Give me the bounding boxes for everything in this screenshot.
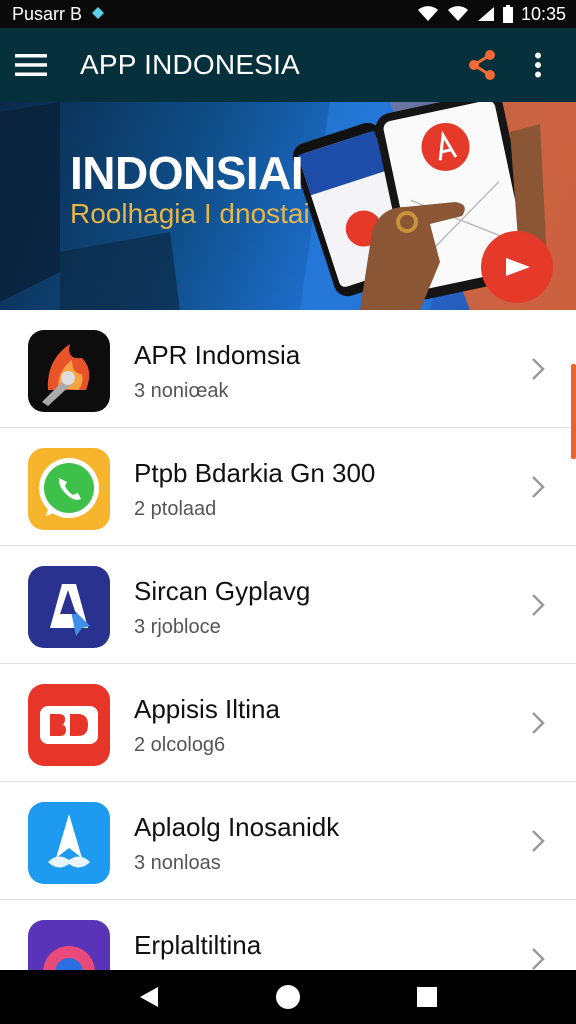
recents-button[interactable] — [397, 970, 457, 1024]
home-button[interactable] — [258, 970, 318, 1024]
chevron-right-icon — [532, 594, 545, 616]
menu-button[interactable] — [0, 28, 62, 102]
share-icon — [469, 50, 495, 80]
whatsapp-icon — [28, 448, 110, 530]
app-subtitle: 3 noniœak — [134, 380, 229, 402]
wifi-secondary-icon — [447, 6, 469, 22]
navigation-bar — [0, 970, 576, 1024]
wifi-icon — [417, 6, 439, 22]
more-options-button[interactable] — [510, 37, 566, 93]
fire-logo-icon — [28, 330, 110, 412]
back-button[interactable] — [119, 970, 179, 1024]
gear-logo-icon — [28, 920, 110, 970]
app-list: APR Indomsia 3 noniœak Ptpb Bdarkia Gn 3… — [0, 310, 576, 970]
app-subtitle: 2 ptolaad — [134, 498, 217, 520]
app-title: Ptpb Bdarkia Gn 300 — [134, 458, 376, 488]
app-bar: APP INDONESIA — [0, 28, 576, 102]
chevron-right-icon — [532, 476, 545, 498]
list-item[interactable]: Sircan Gyplavg 3 rjobloce — [0, 546, 576, 664]
app-subtitle: 3 nonloas — [134, 852, 221, 874]
battery-icon — [502, 5, 513, 23]
bd-logo-icon — [28, 684, 110, 766]
carrier-label: Pusarr B — [12, 3, 83, 24]
list-item[interactable]: Ptpb Bdarkia Gn 300 2 ptolaad — [0, 428, 576, 546]
back-triangle-icon — [140, 987, 159, 1007]
list-item[interactable]: Appisis Iltina 2 olcolog6 — [0, 664, 576, 782]
more-vertical-icon — [535, 52, 541, 78]
status-bar: Pusarr B 10:35 — [0, 0, 576, 28]
scrollbar[interactable] — [571, 364, 576, 459]
list-item[interactable]: Aplaolg Inosanidk 3 nonloas — [0, 782, 576, 900]
app-title: APR Indomsia — [134, 340, 301, 370]
share-button[interactable] — [454, 37, 510, 93]
list-item[interactable]: Erplaltiltina — [0, 900, 576, 970]
recents-square-icon — [416, 987, 437, 1007]
notification-icon — [90, 4, 106, 25]
app-title: Sircan Gyplavg — [134, 576, 311, 606]
clock-label: 10:35 — [520, 3, 566, 24]
app-title: Appisis Iltina — [134, 694, 280, 724]
app-title: Aplaolg Inosanidk — [134, 812, 340, 842]
star-logo-icon — [28, 802, 110, 884]
promo-banner[interactable]: INDONSIAI Roolhagia I dnostai — [0, 102, 576, 310]
chevron-right-icon — [532, 712, 545, 734]
banner-subtitle: Roolhagia I dnostai — [70, 198, 310, 229]
app-subtitle: 2 olcolog6 — [134, 734, 226, 756]
chevron-right-icon — [532, 830, 545, 852]
menu-icon — [15, 54, 47, 76]
pointer-logo-icon — [28, 566, 110, 648]
app-title: Erplaltiltina — [134, 930, 262, 960]
home-circle-icon — [275, 985, 300, 1009]
chevron-right-icon — [532, 948, 545, 970]
page-title: APP INDONESIA — [80, 49, 300, 80]
list-item[interactable]: APR Indomsia 3 noniœak — [0, 310, 576, 428]
app-subtitle: 3 rjobloce — [134, 616, 221, 638]
banner-title: INDONSIAI — [70, 147, 304, 199]
chevron-right-icon — [532, 358, 545, 380]
signal-icon — [477, 6, 495, 22]
